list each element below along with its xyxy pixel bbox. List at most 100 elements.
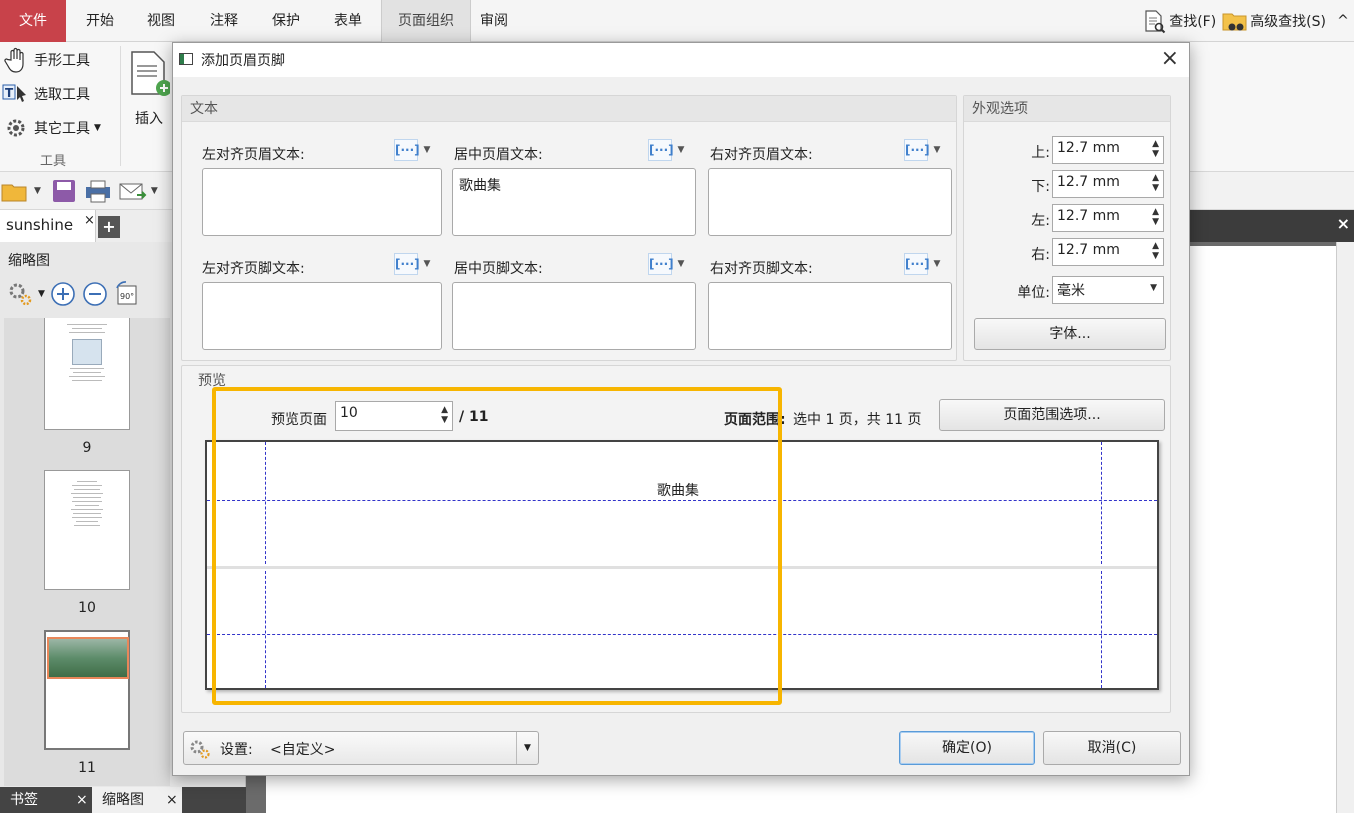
left-header-insert-button[interactable]: [···] ▼ [394, 138, 440, 162]
spin-arrows-icon[interactable]: ▲ ▼ [1152, 241, 1159, 261]
settings-select[interactable]: 设置: <自定义> ▼ [183, 731, 539, 765]
insert-button[interactable]: 插入 [126, 48, 172, 128]
left-footer-textbox[interactable] [202, 282, 442, 350]
menu-review[interactable]: 审阅 [464, 0, 524, 42]
spin-arrows-icon[interactable]: ▲ ▼ [441, 405, 448, 425]
thumbnails-tab-close-icon[interactable]: × [166, 787, 178, 813]
center-header-textbox[interactable]: 歌曲集 [452, 168, 696, 236]
menu-home[interactable]: 开始 [70, 0, 130, 42]
thumbnails-tab-label: 缩略图 [102, 792, 144, 808]
spin-arrows-icon[interactable]: ▲ ▼ [1152, 207, 1159, 227]
top-margin-spinbox[interactable]: 12.7 mm ▲ ▼ [1052, 136, 1164, 164]
dialog-title: 添加页眉页脚 [201, 53, 285, 69]
left-margin-spinbox[interactable]: 12.7 mm ▲ ▼ [1052, 204, 1164, 232]
zoom-in-icon[interactable] [49, 280, 77, 308]
left-footer-label: 左对齐页脚文本: [202, 261, 305, 277]
thumbnail-toolbar: ▼ 90° [6, 280, 141, 308]
select-tool-button[interactable]: T 选取工具 [2, 80, 90, 108]
center-footer-textbox[interactable] [452, 282, 696, 350]
text-select-icon: T [2, 84, 26, 102]
page-range-options-button[interactable]: 页面范围选项... [939, 399, 1165, 431]
right-footer-insert-button[interactable]: [···] ▼ [904, 252, 950, 276]
preview-page-spinbox[interactable]: 10 ▲ ▼ [335, 401, 453, 431]
thumbnail-settings-gear-icon[interactable] [6, 280, 34, 308]
bookmarks-tab[interactable]: 书签 × [0, 787, 92, 813]
dropdown-caret-icon: ▼ [423, 145, 431, 155]
chevron-down-icon[interactable]: ▼ [516, 732, 538, 764]
rotate-page-icon[interactable]: 90° [113, 280, 141, 308]
right-margin-guide [1101, 442, 1102, 688]
thumbnail-settings-dropdown-icon[interactable]: ▼ [38, 289, 45, 299]
thumbnail-page-10[interactable] [44, 470, 130, 590]
font-button[interactable]: 字体... [974, 318, 1166, 350]
preview-page-total: / 11 [459, 409, 489, 425]
center-header-insert-button[interactable]: [···] ▼ [648, 138, 694, 162]
thumbnail-list: 9 10 11 [4, 318, 170, 786]
page-range-value: 选中 1 页，共 11 页 [793, 412, 922, 428]
dialog-close-icon[interactable]: × [1161, 47, 1179, 71]
email-dropdown-icon[interactable]: ▼ [151, 186, 158, 196]
bottom-margin-spinbox[interactable]: 12.7 mm ▲ ▼ [1052, 170, 1164, 198]
collapse-ribbon-button[interactable]: ^ [1332, 13, 1354, 29]
menu-form[interactable]: 表单 [318, 0, 378, 42]
menu-annotate[interactable]: 注释 [194, 0, 254, 42]
dialog-titlebar: 添加页眉页脚 × [173, 43, 1189, 77]
settings-value: <自定义> [270, 742, 336, 758]
print-icon[interactable] [83, 177, 113, 205]
preview-center-header-text: 歌曲集 [657, 483, 699, 499]
add-tab-button[interactable]: + [98, 216, 120, 238]
close-tab-icon[interactable]: × [84, 212, 95, 230]
advanced-find-button[interactable]: 高级查找(S) [1222, 0, 1326, 42]
right-header-textbox[interactable] [708, 168, 952, 236]
menu-file[interactable]: 文件 [0, 0, 66, 42]
right-margin-spinbox[interactable]: 12.7 mm ▲ ▼ [1052, 238, 1164, 266]
save-icon[interactable] [49, 177, 79, 205]
find-button[interactable]: 查找(F) [1141, 0, 1216, 42]
insert-macro-icon: [···] [648, 253, 674, 275]
cancel-button[interactable]: 取消(C) [1043, 731, 1181, 765]
svg-text:T: T [5, 86, 14, 100]
thumbnail-page-9[interactable] [44, 318, 130, 430]
spin-arrows-icon[interactable]: ▲ ▼ [1152, 173, 1159, 193]
insert-label: 插入 [135, 111, 163, 127]
unit-select[interactable]: 毫米 ▼ [1052, 276, 1164, 304]
thumbnails-tab[interactable]: 缩略图 × [92, 787, 182, 813]
other-tools-button[interactable]: 其它工具 ▼ [2, 114, 101, 142]
left-header-textbox[interactable] [202, 168, 442, 236]
bottom-margin-value: 12.7 mm [1057, 174, 1120, 190]
right-footer-textbox[interactable] [708, 282, 952, 350]
close-document-icon[interactable]: × [1337, 214, 1350, 233]
dropdown-caret-icon: ▼ [677, 145, 685, 155]
preview-page-label: 预览页面 [271, 412, 327, 428]
header-footer-preview: 歌曲集 [205, 440, 1159, 690]
spin-arrows-icon[interactable]: ▲ ▼ [1152, 139, 1159, 159]
zoom-out-icon[interactable] [81, 280, 109, 308]
right-header-insert-button[interactable]: [···] ▼ [904, 138, 950, 162]
document-tab[interactable]: sunshine × [0, 210, 96, 242]
top-margin-value: 12.7 mm [1057, 140, 1120, 156]
left-margin-value: 12.7 mm [1057, 208, 1120, 224]
right-footer-label: 右对齐页脚文本: [710, 261, 813, 277]
bookmarks-tab-close-icon[interactable]: × [76, 787, 88, 813]
menu-protect[interactable]: 保护 [256, 0, 316, 42]
thumbnail-landscape-image [47, 637, 129, 679]
vertical-scrollbar[interactable] [1336, 242, 1354, 813]
ok-button[interactable]: 确定(O) [899, 731, 1035, 765]
dropdown-caret-icon: ▼ [933, 145, 941, 155]
email-icon[interactable] [117, 177, 147, 205]
hand-tool-button[interactable]: 手形工具 [2, 46, 90, 74]
dropdown-caret-icon: ▼ [677, 259, 685, 269]
panel-tabs: 书签 × 缩略图 × [0, 787, 246, 813]
menu-page-organize[interactable]: 页面组织 [381, 0, 471, 42]
open-folder-icon[interactable] [0, 177, 30, 205]
menu-view[interactable]: 视图 [131, 0, 191, 42]
left-footer-insert-button[interactable]: [···] ▼ [394, 252, 440, 276]
bottom-margin-guide [207, 634, 1157, 635]
dropdown-caret-icon: ▼ [933, 259, 941, 269]
thumbnail-page-11[interactable] [44, 630, 130, 750]
open-dropdown-icon[interactable]: ▼ [34, 186, 41, 196]
hand-icon [4, 47, 24, 73]
other-tools-label: 其它工具 [34, 121, 90, 137]
center-footer-insert-button[interactable]: [···] ▼ [648, 252, 694, 276]
left-header-label: 左对齐页眉文本: [202, 147, 305, 163]
